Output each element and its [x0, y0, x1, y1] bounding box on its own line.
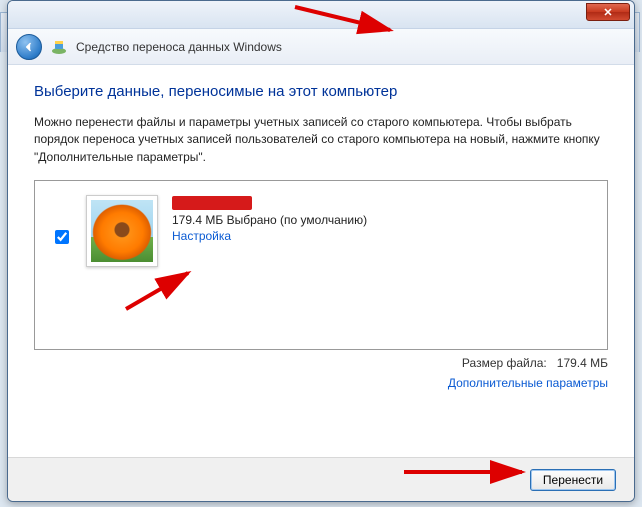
- app-title: Средство переноса данных Windows: [76, 40, 282, 54]
- selection-size: 179.4 МБ Выбрано (по умолчанию): [172, 213, 367, 227]
- page-title: Выберите данные, переносимые на этот ком…: [34, 83, 608, 100]
- close-button[interactable]: ✕: [586, 3, 630, 21]
- user-avatar: [86, 195, 158, 267]
- user-item: 179.4 МБ Выбрано (по умолчанию) Настройк…: [51, 195, 597, 267]
- back-button[interactable]: [16, 34, 42, 60]
- header-bar: Средство переноса данных Windows: [8, 29, 634, 65]
- footer: Перенести: [8, 457, 634, 501]
- username-redacted: [172, 196, 252, 210]
- page-description: Можно перенести файлы и параметры учетны…: [34, 114, 608, 166]
- advanced-settings-link[interactable]: Дополнительные параметры: [448, 376, 608, 390]
- app-icon: [50, 38, 68, 56]
- user-checkbox[interactable]: [55, 230, 69, 244]
- content-area: Выберите данные, переносимые на этот ком…: [8, 65, 634, 404]
- flower-icon: [91, 200, 153, 262]
- titlebar: ✕: [8, 1, 634, 29]
- file-size-row: Размер файла: 179.4 МБ: [34, 350, 608, 370]
- transfer-button[interactable]: Перенести: [530, 469, 616, 491]
- arrow-left-icon: [22, 40, 36, 54]
- file-size-label: Размер файла:: [462, 356, 547, 370]
- main-window: ✕ Средство переноса данных Windows Выбер…: [7, 0, 635, 502]
- user-info: 179.4 МБ Выбрано (по умолчанию) Настройк…: [172, 195, 367, 243]
- customize-link[interactable]: Настройка: [172, 229, 231, 243]
- user-list: 179.4 МБ Выбрано (по умолчанию) Настройк…: [34, 180, 608, 350]
- close-icon: ✕: [603, 6, 612, 19]
- file-size-value: 179.4 МБ: [557, 356, 608, 370]
